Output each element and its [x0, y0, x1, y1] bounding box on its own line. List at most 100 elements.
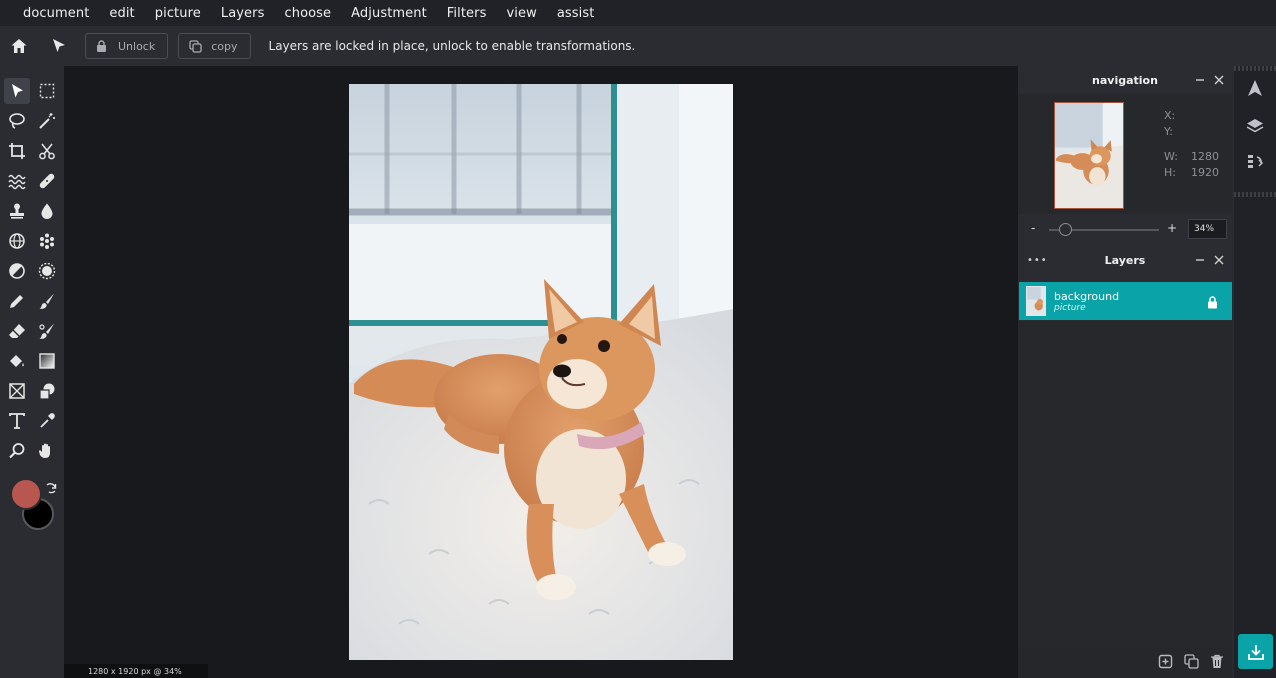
shapes-icon: [39, 383, 55, 400]
brush-icon: [39, 293, 54, 309]
eraser-icon: [9, 324, 25, 338]
trash-icon: [1211, 654, 1223, 668]
duplicate-layer-button[interactable]: [1184, 653, 1199, 673]
layers-minimize-button[interactable]: [1195, 247, 1205, 273]
crop-icon: [9, 143, 25, 159]
navigation-close-button[interactable]: [1214, 67, 1224, 93]
navigation-panel-toggle[interactable]: [1245, 78, 1265, 98]
close-icon: [1214, 75, 1224, 85]
lock-icon: [97, 40, 106, 52]
contrast-icon: [9, 263, 25, 279]
nav-y-label: Y:: [1164, 125, 1173, 138]
hand-tool[interactable]: [34, 438, 60, 464]
eraser-tool[interactable]: [4, 318, 30, 344]
minimize-icon: [1196, 259, 1204, 261]
eyedropper-tool[interactable]: [34, 408, 60, 434]
navigation-thumbnail[interactable]: [1054, 102, 1124, 209]
rail-grip-top: [1234, 66, 1276, 71]
clone-stamp-tool[interactable]: [4, 198, 30, 224]
layers-list: [1018, 321, 1232, 648]
move-tool[interactable]: [4, 78, 30, 104]
copy-label: copy: [211, 39, 238, 53]
eyedropper-icon: [40, 413, 55, 428]
download-button[interactable]: [1238, 634, 1273, 669]
burn-tool[interactable]: [34, 258, 60, 284]
sharpen-tool[interactable]: [4, 228, 30, 254]
layers-title: Layers: [1104, 253, 1146, 267]
pencil-tool[interactable]: [4, 288, 30, 314]
add-layer-icon: [1158, 654, 1173, 668]
magic-wand-tool[interactable]: [34, 108, 60, 134]
zoom-slider-handle[interactable]: [1059, 223, 1072, 236]
menu-layers[interactable]: Layers: [211, 6, 275, 21]
menu-picture[interactable]: picture: [145, 6, 211, 21]
copy-icon: [189, 39, 202, 53]
gradient-icon: [39, 353, 55, 369]
marquee-icon: [39, 83, 55, 99]
rail-grip-bottom: [1234, 192, 1276, 197]
sponge-tool[interactable]: [34, 228, 60, 254]
shape-tool[interactable]: [4, 378, 30, 404]
cut-tool[interactable]: [34, 138, 60, 164]
layer-name: background: [1054, 289, 1120, 303]
dodge-tool[interactable]: [4, 258, 30, 284]
drop-icon: [41, 203, 53, 219]
move-tool-indicator[interactable]: [45, 32, 73, 60]
status-bar: 1280 x 1920 px @ 34%: [64, 664, 208, 678]
navigation-minimize-button[interactable]: [1195, 67, 1205, 93]
layers-footer: [1018, 648, 1232, 678]
home-icon: [11, 39, 27, 53]
text-tool[interactable]: [4, 408, 30, 434]
foreground-color-swatch[interactable]: [10, 478, 42, 510]
menu-filters[interactable]: Filters: [437, 6, 497, 21]
delete-layer-button[interactable]: [1210, 654, 1224, 673]
swap-colors-button[interactable]: [44, 480, 58, 499]
nav-w-label: W:: [1164, 150, 1178, 163]
lasso-icon: [9, 113, 25, 129]
canvas-image[interactable]: [349, 84, 733, 660]
healing-tool[interactable]: [34, 168, 60, 194]
menu-document[interactable]: document: [13, 6, 99, 21]
liquify-tool[interactable]: [4, 168, 30, 194]
swap-arrows-icon: [46, 483, 57, 494]
thumbnail-image: [1055, 103, 1123, 208]
layer-row-background[interactable]: background picture: [1019, 282, 1232, 320]
copy-button[interactable]: copy: [178, 33, 251, 59]
menu-assist[interactable]: assist: [547, 6, 605, 21]
gradient-tool[interactable]: [34, 348, 60, 374]
hand-icon: [38, 443, 50, 458]
menu-choose[interactable]: choose: [274, 6, 341, 21]
marquee-tool[interactable]: [34, 78, 60, 104]
shape-library-tool[interactable]: [34, 378, 60, 404]
zoom-input[interactable]: 34%: [1188, 219, 1227, 239]
zoom-tool[interactable]: [4, 438, 30, 464]
navigation-title: navigation: [1092, 73, 1158, 87]
options-toolbar: Unlock copy Layers are locked in place, …: [0, 26, 1276, 66]
zoom-out-button[interactable]: -: [1031, 221, 1035, 235]
zoom-in-button[interactable]: +: [1167, 221, 1177, 235]
unlock-button[interactable]: Unlock: [85, 33, 169, 59]
color-replace-tool[interactable]: [34, 318, 60, 344]
menu-adjustment[interactable]: Adjustment: [341, 6, 437, 21]
history-panel-toggle[interactable]: [1245, 152, 1265, 172]
home-button[interactable]: [5, 32, 33, 60]
lasso-tool[interactable]: [4, 108, 30, 134]
layers-panel-toggle[interactable]: [1245, 116, 1265, 136]
menu-edit[interactable]: edit: [99, 6, 144, 21]
layers-close-button[interactable]: [1214, 247, 1224, 273]
blur-tool[interactable]: [34, 198, 60, 224]
new-layer-button[interactable]: [1158, 654, 1173, 673]
layer-lock-button[interactable]: [1207, 294, 1218, 313]
crop-tool[interactable]: [4, 138, 30, 164]
layers-menu-button[interactable]: •••: [1027, 247, 1048, 273]
menu-bar: document edit picture Layers choose Adju…: [0, 0, 1276, 26]
paint-bucket-tool[interactable]: [4, 348, 30, 374]
menu-view[interactable]: view: [496, 6, 546, 21]
sponge-icon: [40, 233, 54, 249]
magnifier-icon: [9, 443, 25, 459]
pointer-icon: [12, 84, 23, 98]
pencil-icon: [10, 295, 23, 308]
brush-tool[interactable]: [34, 288, 60, 314]
close-icon: [1214, 255, 1224, 265]
pointer-icon: [53, 39, 65, 52]
